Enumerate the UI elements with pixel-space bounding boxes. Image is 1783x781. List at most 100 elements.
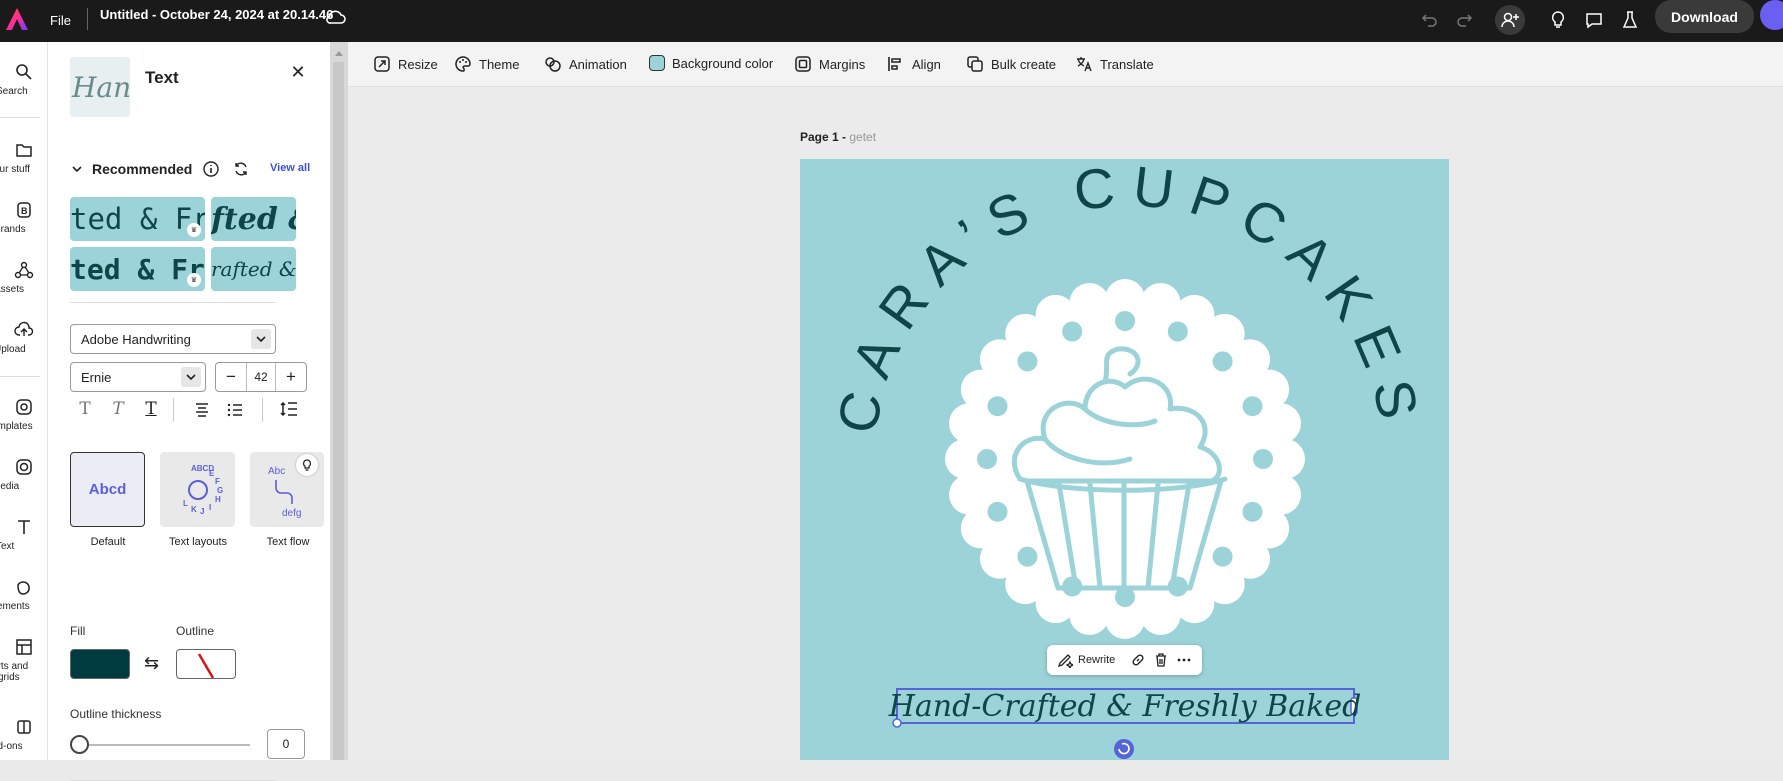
close-icon[interactable]: ✕	[288, 62, 308, 82]
nav-label: Assets	[0, 284, 25, 295]
bullet-list-icon[interactable]	[223, 397, 247, 421]
tool-label: Resize	[398, 56, 438, 72]
tagline-text[interactable]: Hand-Crafted & Freshly Baked	[888, 689, 1362, 724]
tool-label: Bulk create	[991, 56, 1057, 72]
badge-dot	[1253, 449, 1273, 469]
circular-text-icon: ABCD EF G H IJKL	[183, 464, 223, 516]
resize-button[interactable]: Resize	[373, 55, 438, 73]
comment-icon[interactable]	[1579, 5, 1609, 35]
link-icon[interactable]	[1131, 653, 1145, 667]
page-name: getet	[849, 130, 877, 144]
text-icon	[18, 520, 30, 534]
nav-label: Elements	[0, 601, 30, 612]
recommended-label: Recommended	[92, 161, 193, 177]
nav-media[interactable]: Media	[0, 457, 48, 492]
underline-text-icon[interactable]: T	[139, 397, 163, 421]
nav-label: Brands	[0, 224, 26, 235]
more-icon[interactable]	[1177, 653, 1191, 667]
undo-icon[interactable]	[1415, 5, 1445, 35]
document-title[interactable]: Untitled - October 24, 2024 at 20.14.46	[100, 7, 333, 22]
nav-text[interactable]: Text	[0, 517, 48, 552]
panel-divider	[70, 302, 276, 303]
tool-label: Translate	[1100, 56, 1154, 72]
background-color-button[interactable]: Background color	[649, 55, 773, 71]
nav-charts-grids[interactable]: arts and grids	[0, 637, 48, 683]
bold-text-icon[interactable]: T	[73, 397, 97, 421]
font-size-stepper[interactable]: − 42 +	[215, 362, 307, 392]
text-preset-3[interactable]: ted & Fres ♛	[70, 247, 205, 291]
swap-colors-icon[interactable]: ⇆	[144, 653, 159, 674]
text-preset-2[interactable]: fted &	[211, 197, 296, 241]
theme-icon	[455, 56, 471, 72]
canvas-toolbar: Resize Theme Animation Background color …	[348, 42, 1783, 87]
nav-label: grids	[0, 672, 20, 683]
font-family-select[interactable]: Adobe Handwriting	[70, 324, 276, 354]
rewrite-icon[interactable]	[1057, 652, 1073, 668]
italic-text-icon[interactable]: T	[106, 397, 130, 421]
outline-thickness-input[interactable]: 0	[267, 729, 305, 759]
align-button[interactable]: Align	[887, 55, 941, 73]
refresh-icon[interactable]	[232, 160, 250, 178]
left-navigation: Search our stuff B Brands Assets Upload …	[0, 42, 48, 760]
nav-search[interactable]: Search	[0, 62, 48, 97]
animation-button[interactable]: Animation	[544, 55, 627, 73]
nav-add-ons[interactable]: dd-ons	[0, 717, 48, 752]
line-spacing-icon[interactable]	[277, 397, 301, 421]
bulk-create-button[interactable]: Bulk create	[966, 55, 1056, 73]
nav-upload[interactable]: Upload	[0, 320, 48, 355]
increase-size-button[interactable]: +	[276, 367, 306, 387]
media-icon	[16, 459, 32, 475]
font-size-value[interactable]: 42	[246, 363, 276, 391]
lightbulb-icon[interactable]	[1543, 5, 1573, 35]
rewrite-button[interactable]: Rewrite	[1078, 654, 1115, 666]
nav-your-stuff[interactable]: our stuff	[0, 140, 48, 175]
fill-color-swatch[interactable]	[70, 649, 130, 679]
beaker-icon[interactable]	[1615, 5, 1645, 35]
rotate-handle[interactable]	[1114, 739, 1134, 759]
text-preset-1[interactable]: ted & Fre ♛	[70, 197, 205, 241]
text-preset-4[interactable]: rafted &	[211, 247, 296, 291]
theme-button[interactable]: Theme	[454, 55, 519, 73]
lightbulb-icon[interactable]	[296, 454, 318, 476]
badge-scallop	[949, 474, 990, 515]
nav-assets[interactable]: Assets	[0, 260, 48, 295]
font-style-select[interactable]: Ernie	[70, 362, 206, 392]
align-center-icon[interactable]	[190, 397, 214, 421]
page-number: Page 1 -	[800, 130, 847, 144]
nav-elements[interactable]: Elements	[0, 577, 48, 612]
download-button[interactable]: Download	[1655, 0, 1754, 33]
adobe-express-logo-icon[interactable]	[4, 6, 30, 32]
outline-color-swatch[interactable]	[176, 649, 236, 679]
invite-user-icon[interactable]	[1495, 5, 1525, 35]
view-all-link[interactable]: View all	[270, 162, 310, 174]
outline-thickness-slider[interactable]	[80, 744, 250, 746]
translate-icon	[1077, 57, 1092, 72]
trash-icon[interactable]	[1154, 653, 1168, 667]
cloud-icon[interactable]	[324, 5, 348, 29]
nav-label: Search	[0, 86, 28, 97]
nav-label: our stuff	[0, 164, 30, 175]
layout-text-layouts-card[interactable]: ABCD EF G H IJKL	[160, 452, 235, 527]
info-icon[interactable]	[202, 160, 220, 178]
decrease-size-button[interactable]: −	[216, 367, 246, 387]
premium-crown-icon: ♛	[187, 273, 201, 287]
nav-divider	[0, 376, 40, 377]
margins-button[interactable]: Margins	[794, 55, 865, 73]
redo-icon[interactable]	[1449, 5, 1479, 35]
scroll-up-icon[interactable]	[333, 48, 345, 58]
layout-default-card[interactable]: Abcd	[70, 452, 145, 527]
file-menu[interactable]: File	[50, 13, 71, 28]
scrollbar-thumb[interactable]	[333, 62, 344, 760]
nav-templates[interactable]: emplates	[0, 397, 48, 432]
avatar[interactable]	[1760, 0, 1783, 30]
nav-label: arts and	[0, 661, 29, 672]
font-family-value: Adobe Handwriting	[81, 331, 191, 347]
translate-button[interactable]: Translate	[1075, 55, 1154, 73]
badge-dot	[1212, 546, 1233, 567]
badge-dot	[1212, 351, 1233, 372]
topbar-divider	[87, 8, 88, 30]
nav-brands[interactable]: B Brands	[0, 200, 48, 235]
page-label[interactable]: Page 1 - getet	[800, 130, 876, 144]
slider-handle[interactable]	[70, 735, 89, 754]
badge-dot	[1115, 311, 1135, 331]
